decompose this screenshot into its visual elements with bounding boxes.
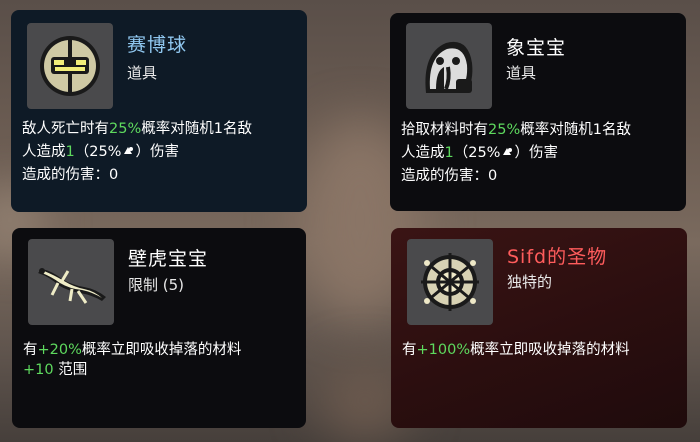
item-name: Sifd的圣物 (507, 246, 608, 268)
item-effect-line-2: 人造成1（25% ）伤害 (22, 144, 179, 160)
item-category: 限制 (5) (128, 276, 185, 294)
item-card-baby-elephant[interactable]: 象宝宝 道具 拾取材料时有25%概率对随机1名敌 人造成1（25% ）伤害 造成的… (390, 13, 686, 211)
item-effect-line-2: +10 范围 (23, 362, 88, 378)
damage-stat-icon (503, 148, 513, 155)
item-damage-dealt: 造成的伤害：0 (22, 167, 119, 183)
item-card-cyber-ball[interactable]: 赛博球 道具 敌人死亡时有25%概率对随机1名敌 人造成1（25% ）伤害 造成的… (11, 10, 307, 212)
item-effect-line-1: 敌人死亡时有25%概率对随机1名敌 (22, 121, 252, 137)
item-icon-frame (28, 239, 114, 325)
item-effect-line-1: 拾取材料时有25%概率对随机1名敌 (401, 122, 631, 138)
item-card-baby-gecko[interactable]: 壁虎宝宝 限制 (5) 有+20%概率立即吸收掉落的材料 +10 范围 (12, 228, 306, 428)
item-name: 象宝宝 (506, 37, 567, 59)
item-name: 壁虎宝宝 (128, 248, 209, 270)
sifds-relic-icon (421, 253, 479, 311)
cyber-ball-icon (40, 36, 100, 96)
baby-gecko-icon (38, 268, 106, 304)
damage-stat-icon (124, 147, 134, 154)
item-effect-line-1: 有+100%概率立即吸收掉落的材料 (402, 342, 630, 358)
item-category: 独特的 (507, 273, 553, 291)
item-icon-frame (27, 23, 113, 109)
item-damage-dealt: 造成的伤害：0 (401, 168, 498, 184)
item-category: 道具 (127, 64, 158, 82)
item-category: 道具 (506, 64, 537, 82)
item-icon-frame (406, 23, 492, 109)
item-effect-line-2: 人造成1（25% ）伤害 (401, 145, 558, 161)
baby-elephant-icon (425, 41, 473, 93)
item-icon-frame (407, 239, 493, 325)
item-effect-line-1: 有+20%概率立即吸收掉落的材料 (23, 342, 242, 358)
item-card-sifds-relic[interactable]: Sifd的圣物 独特的 有+100%概率立即吸收掉落的材料 (391, 228, 687, 428)
item-name: 赛博球 (127, 34, 188, 56)
